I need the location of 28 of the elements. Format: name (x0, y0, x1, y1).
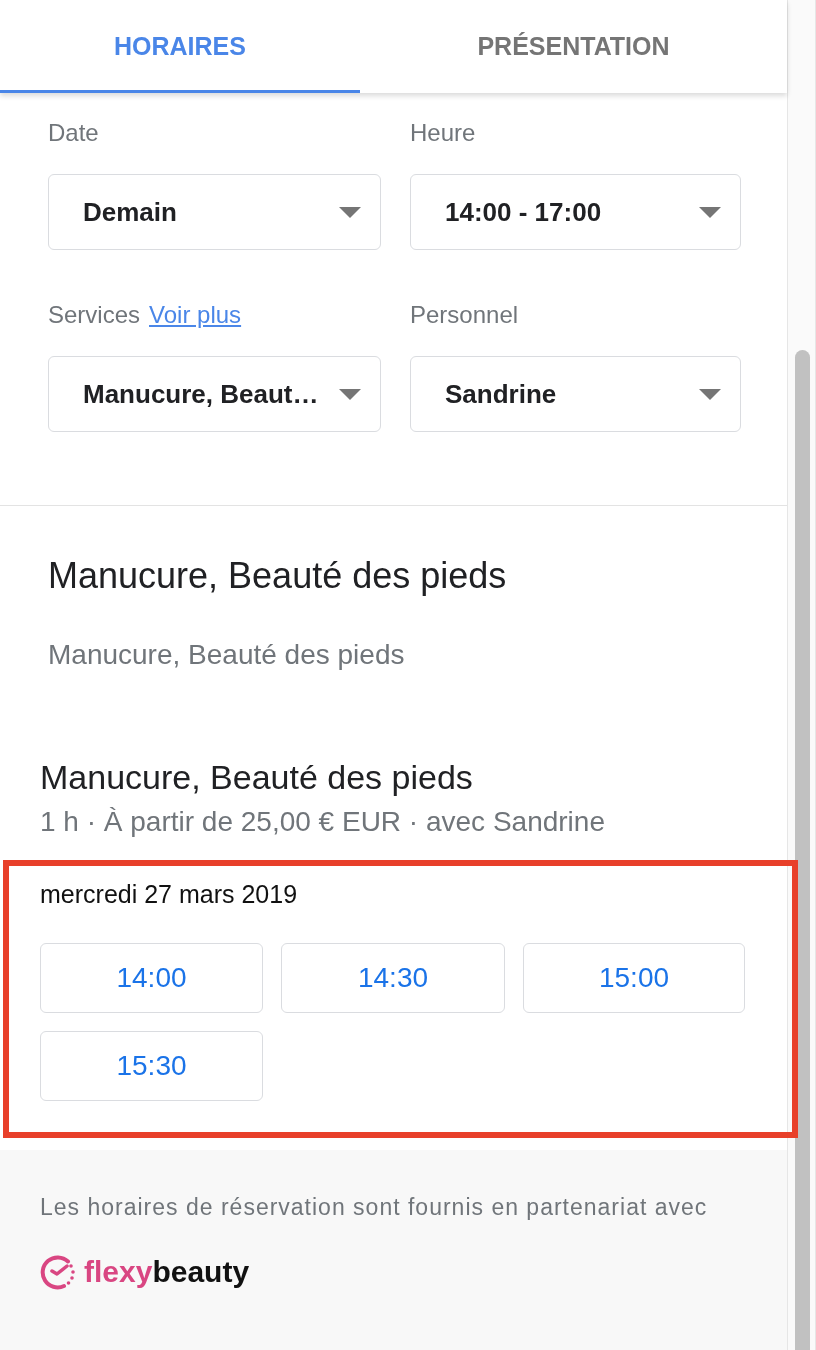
field-label: Date (48, 119, 99, 147)
time-slot-button[interactable]: 15:00 (523, 943, 745, 1013)
select-dropdown[interactable]: Sandrine (410, 356, 741, 432)
service-details: 1 h · À partir de 25,00 € EUR · avec Sandrine (40, 805, 606, 839)
scrollbar-thumb[interactable] (795, 350, 810, 1350)
selection-title: Manucure, Beauté des pieds (48, 554, 508, 598)
time-slot-button[interactable]: 15:30 (40, 1031, 263, 1101)
dropdown-caret-icon (339, 388, 361, 400)
dropdown-caret-icon (699, 206, 721, 218)
logo-wordmark: flexybeauty (84, 1254, 250, 1290)
time-slot-button[interactable]: 14:30 (281, 943, 505, 1013)
clock-logo-icon (40, 1254, 76, 1290)
tab[interactable]: HORAIRES (0, 0, 360, 93)
select-dropdown[interactable]: 14:00 - 17:00 (410, 174, 741, 250)
field-label: Services (48, 301, 141, 329)
partner-note: Les horaires de réservation sont fournis en partenariat avec (40, 1193, 709, 1221)
service-name: Manucure, Beauté des pieds (40, 757, 474, 798)
see-more-link[interactable]: Voir plus (149, 301, 242, 329)
field-label: Heure (410, 119, 476, 147)
tab[interactable]: PRÉSENTATION (360, 0, 787, 93)
field-label: Personnel (410, 301, 519, 329)
time-slot-button[interactable]: 14:00 (40, 943, 263, 1013)
dropdown-caret-icon (699, 388, 721, 400)
dropdown-caret-icon (339, 206, 361, 218)
selection-subtitle: Manucure, Beauté des pieds (48, 638, 406, 672)
select-dropdown[interactable]: Manucure, Beaut… (48, 356, 381, 432)
slot-date: mercredi 27 mars 2019 (40, 879, 299, 909)
select-dropdown[interactable]: Demain (48, 174, 381, 250)
